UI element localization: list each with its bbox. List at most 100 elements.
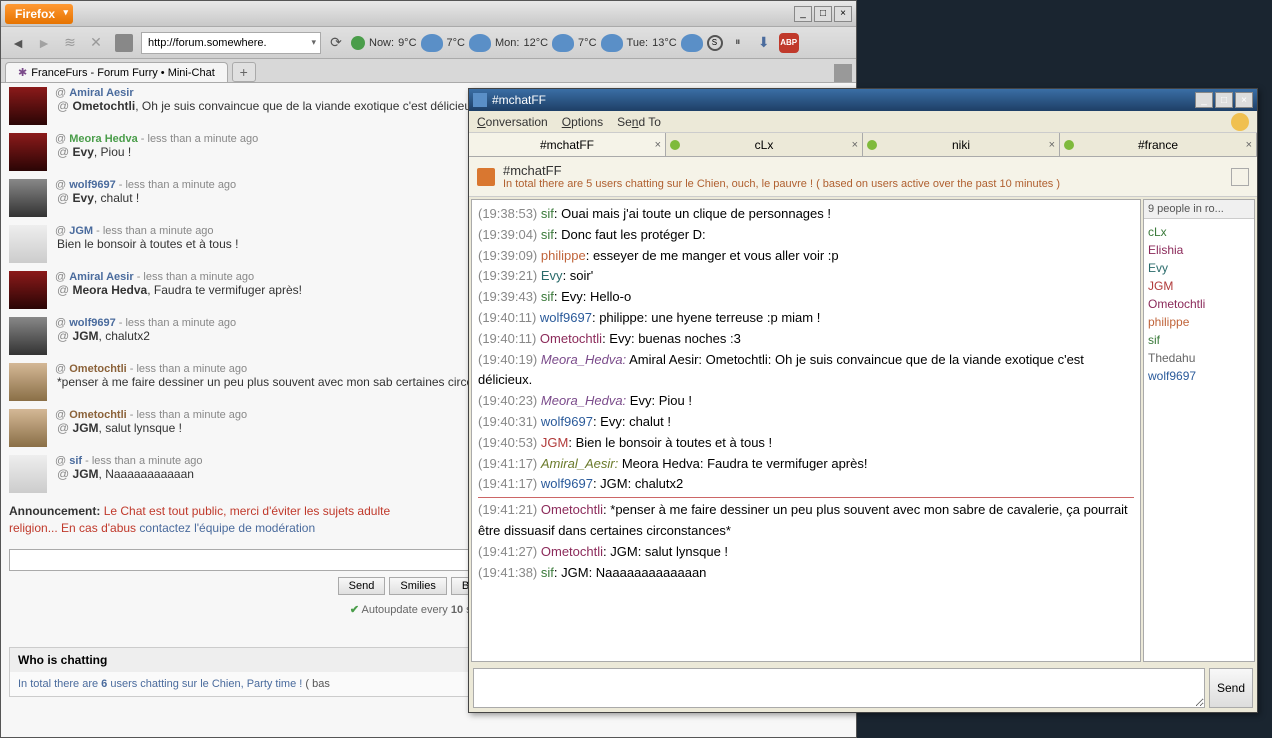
smiley-icon[interactable] <box>1231 113 1249 131</box>
log-nick[interactable]: sif <box>541 289 554 304</box>
log-nick[interactable]: wolf9697 <box>541 414 593 429</box>
irc-tab[interactable]: #mchatFF × <box>469 133 666 156</box>
irc-log-line: (19:38:53) sif: Ouai mais j'ai toute un … <box>478 204 1134 225</box>
menu-conversation[interactable]: Conversation <box>477 115 548 129</box>
menu-sendto[interactable]: Send To <box>617 115 661 129</box>
adblock-icon[interactable]: ABP <box>779 33 799 53</box>
irc-send-button[interactable]: Send <box>1209 668 1253 708</box>
log-nick[interactable]: Evy <box>541 268 563 283</box>
mention[interactable]: JGM <box>73 467 99 481</box>
irc-log-line: (19:39:43) sif: Evy: Hello-o <box>478 287 1134 308</box>
message-author[interactable]: Amiral Aesir <box>69 271 133 283</box>
browser-tab[interactable]: ✱ FranceFurs - Forum Furry • Mini-Chat <box>5 62 228 82</box>
rss-icon[interactable]: ≋ <box>59 32 81 54</box>
log-nick[interactable]: wolf9697 <box>540 310 592 325</box>
send-button[interactable]: Send <box>338 577 386 595</box>
popout-icon[interactable] <box>1231 168 1249 186</box>
log-message: Evy: Piou ! <box>630 393 692 408</box>
url-bar[interactable]: http://forum.somewhere. <box>141 32 321 54</box>
tab-close-icon[interactable]: × <box>852 139 858 151</box>
user-list-item[interactable]: Thedahu <box>1148 349 1250 367</box>
log-nick[interactable]: Meora_Hedva: <box>541 352 626 367</box>
user-list-item[interactable]: philippe <box>1148 313 1250 331</box>
message-author[interactable]: wolf9697 <box>69 179 115 191</box>
weather-now-label: Now: <box>369 37 394 49</box>
log-message: Evy: buenas noches :3 <box>609 331 741 346</box>
forward-button[interactable]: ► <box>33 32 55 54</box>
log-nick[interactable]: Meora_Hedva: <box>541 393 626 408</box>
log-nick[interactable]: sif <box>541 565 554 580</box>
mention[interactable]: Evy <box>73 145 94 159</box>
firefox-menu-button[interactable]: Firefox <box>5 4 73 24</box>
avatar <box>9 409 47 447</box>
back-button[interactable]: ◄ <box>7 32 29 54</box>
log-nick[interactable]: JGM <box>541 435 568 450</box>
irc-log-line: (19:39:09) philippe: esseyer de me mange… <box>478 246 1134 267</box>
irc-log[interactable]: (19:38:53) sif: Ouai mais j'ai toute un … <box>471 199 1141 662</box>
message-author[interactable]: JGM <box>69 225 93 237</box>
message-time: - less than a minute ago <box>141 133 258 145</box>
moderation-link[interactable]: contactez l'équipe de modération <box>139 521 315 535</box>
window-controls: _ □ × <box>794 6 856 22</box>
mention[interactable]: Ometochtli <box>73 99 136 113</box>
message-author[interactable]: Amiral Aesir <box>69 87 133 99</box>
irc-tab[interactable]: niki × <box>863 133 1060 156</box>
message-author[interactable]: sif <box>69 455 82 467</box>
irc-tab[interactable]: #france × <box>1060 133 1257 156</box>
menu-options[interactable]: Options <box>562 115 603 129</box>
mention[interactable]: JGM <box>73 421 99 435</box>
bookmark-icon[interactable] <box>115 34 133 52</box>
mention[interactable]: JGM <box>73 329 99 343</box>
message-time: - less than a minute ago <box>137 271 254 283</box>
message-author[interactable]: Ometochtli <box>69 363 126 375</box>
user-list-item[interactable]: Ometochtli <box>1148 295 1250 313</box>
smilies-button[interactable]: Smilies <box>389 577 446 595</box>
user-list: cLxElishiaEvyJGMOmetochtliphilippesifThe… <box>1144 219 1254 661</box>
user-list-item[interactable]: cLx <box>1148 223 1250 241</box>
status-dot-icon <box>867 140 877 150</box>
message-author[interactable]: wolf9697 <box>69 317 115 329</box>
log-nick[interactable]: Ometochtli <box>541 544 603 559</box>
tab-close-icon[interactable]: × <box>655 139 661 151</box>
log-nick[interactable]: wolf9697 <box>541 476 593 491</box>
sync-icon[interactable]: S <box>707 35 723 51</box>
mention[interactable]: Evy <box>73 191 94 205</box>
pause-icon[interactable]: ⏸ <box>727 32 749 54</box>
log-nick[interactable]: sif <box>541 227 554 242</box>
tab-close-icon[interactable]: × <box>1049 139 1055 151</box>
weather-tue-label: Tue: <box>627 37 649 49</box>
log-nick[interactable]: Ometochtli <box>540 331 602 346</box>
mention[interactable]: Meora Hedva <box>73 283 148 297</box>
irc-tab[interactable]: cLx × <box>666 133 863 156</box>
log-nick[interactable]: Ometochtli <box>541 502 603 517</box>
avatar <box>9 179 47 217</box>
message-author[interactable]: Ometochtli <box>69 409 126 421</box>
minimize-button[interactable]: _ <box>1195 92 1213 108</box>
weather-mon-temp: 12°C <box>523 37 548 49</box>
user-list-item[interactable]: wolf9697 <box>1148 367 1250 385</box>
reload-button[interactable]: ⟳ <box>325 32 347 54</box>
log-nick[interactable]: Amiral_Aesir: <box>541 456 618 471</box>
tab-close-icon[interactable]: × <box>1246 139 1252 151</box>
irc-message-input[interactable] <box>473 668 1205 708</box>
user-list-item[interactable]: Elishia <box>1148 241 1250 259</box>
user-list-item[interactable]: JGM <box>1148 277 1250 295</box>
close-button[interactable]: × <box>834 6 852 22</box>
tab-groups-icon[interactable] <box>834 64 852 82</box>
check-icon: ✔ <box>350 604 359 616</box>
avatar <box>9 271 47 309</box>
log-timestamp: (19:39:04) <box>478 227 537 242</box>
maximize-button[interactable]: □ <box>1215 92 1233 108</box>
maximize-button[interactable]: □ <box>814 6 832 22</box>
download-icon[interactable]: ⬇ <box>753 32 775 54</box>
weather-widget: Now: 9°C 7°C Mon: 12°C 7°C Tue: 13°C <box>369 34 703 52</box>
close-button[interactable]: × <box>1235 92 1253 108</box>
log-nick[interactable]: philippe <box>541 248 586 263</box>
minimize-button[interactable]: _ <box>794 6 812 22</box>
new-tab-button[interactable]: + <box>232 62 256 82</box>
user-list-item[interactable]: Evy <box>1148 259 1250 277</box>
user-list-item[interactable]: sif <box>1148 331 1250 349</box>
stop-icon[interactable]: ✕ <box>85 32 107 54</box>
message-author[interactable]: Meora Hedva <box>69 133 137 145</box>
log-nick[interactable]: sif <box>541 206 554 221</box>
